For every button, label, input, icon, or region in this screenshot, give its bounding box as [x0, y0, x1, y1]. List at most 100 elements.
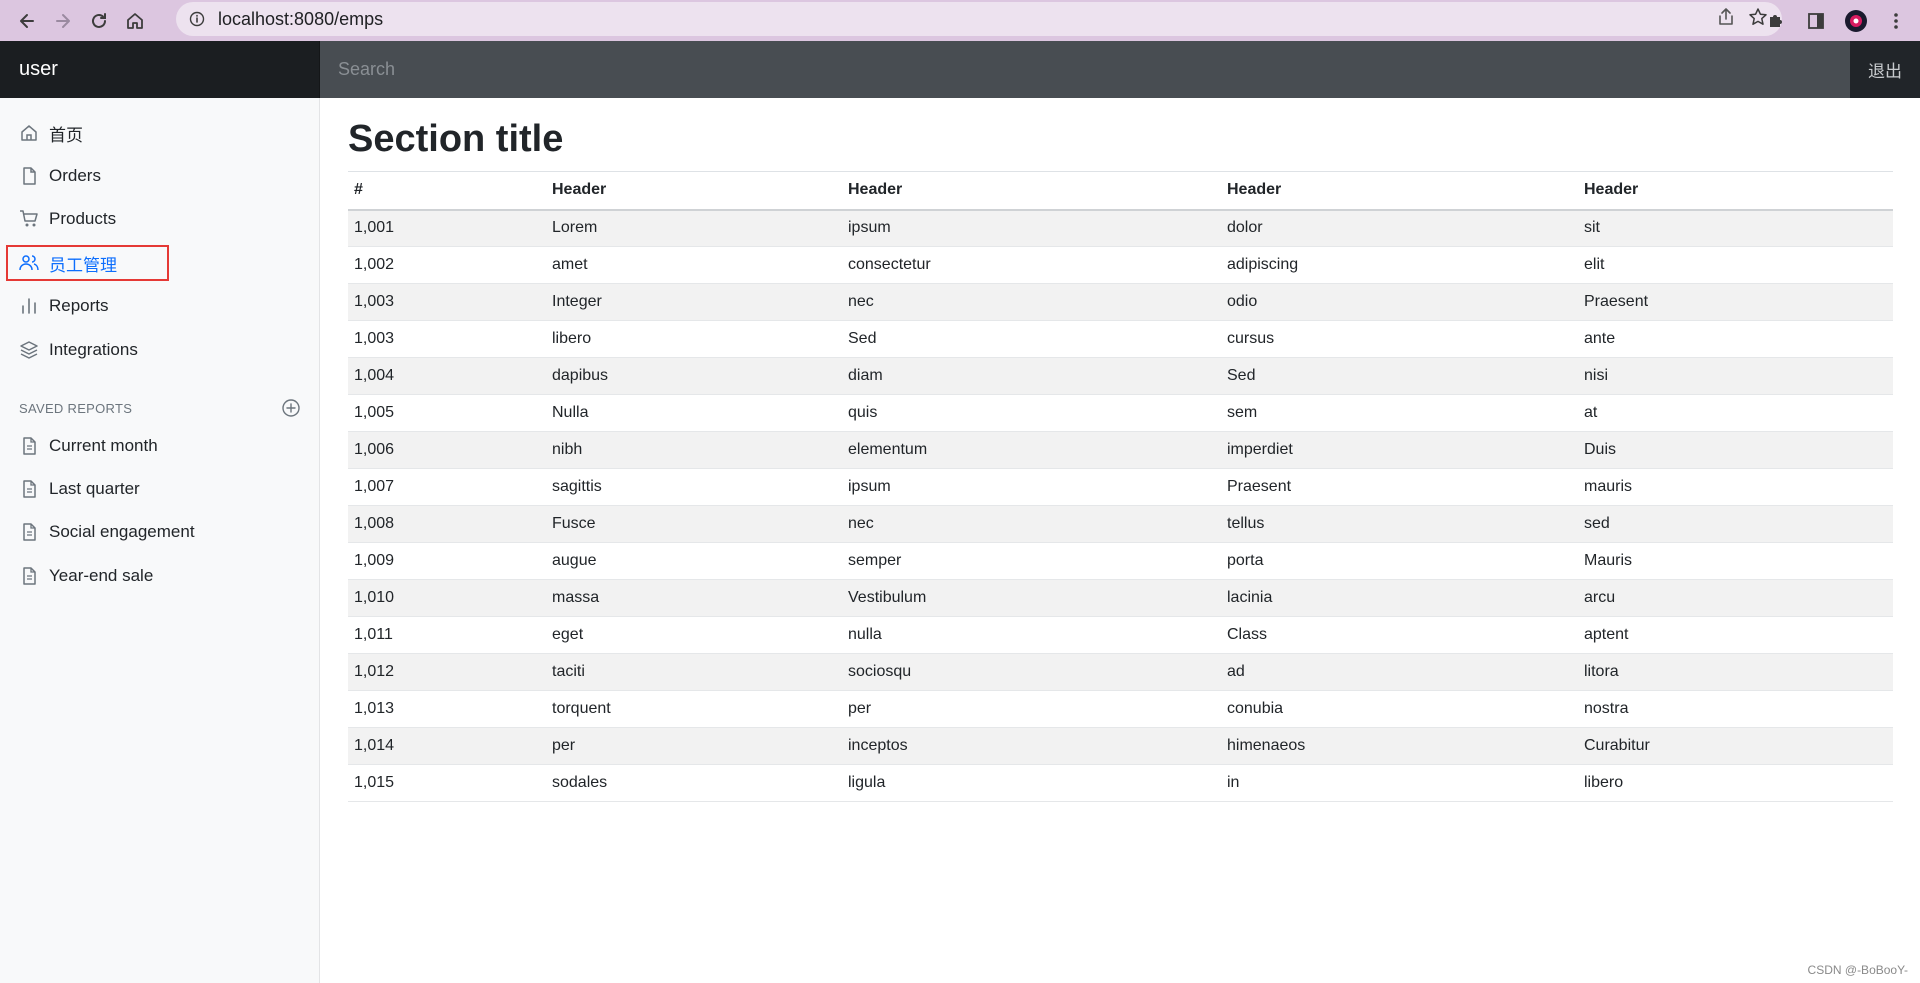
table-cell: dolor [1221, 209, 1578, 247]
side-panel-icon[interactable] [1798, 3, 1834, 39]
table-cell: sagittis [546, 468, 842, 506]
table-cell: 1,012 [348, 653, 546, 691]
table-cell: 1,008 [348, 505, 546, 543]
column-header: Header [842, 171, 1221, 211]
table-row: 1,005 Nulla quis sem at [348, 394, 1893, 432]
signout-link[interactable]: 退出 [1850, 41, 1920, 98]
layers-icon [20, 341, 38, 359]
table-cell: cursus [1221, 320, 1578, 358]
table-cell: libero [546, 320, 842, 358]
table-row: 1,009 augue semper porta Mauris [348, 542, 1893, 580]
sidebar-item-products[interactable]: Products [19, 204, 116, 234]
sidebar-item-reports[interactable]: Reports [19, 291, 109, 321]
site-info-icon[interactable] [188, 10, 206, 28]
page-title: Section title [348, 118, 564, 160]
table-cell: nibh [546, 431, 842, 469]
url-text: localhost:8080/emps [218, 8, 384, 29]
table-cell: 1,003 [348, 283, 546, 321]
file-text-icon [23, 480, 36, 498]
table-cell: 1,003 [348, 320, 546, 358]
browser-toolbar: localhost:8080/emps [0, 0, 1920, 41]
table-cell: 1,011 [348, 616, 546, 654]
table-header-row: # Header Header Header Header [348, 171, 1893, 211]
brand-link[interactable]: user [0, 41, 320, 98]
column-header: Header [1221, 171, 1578, 211]
table-row: 1,003 Integer nec odio Praesent [348, 283, 1893, 321]
table-cell: litora [1578, 653, 1893, 691]
sidebar: 首页 Orders Products 员工管理 Reports Integrat… [0, 98, 320, 983]
watermark: CSDN @-BoBooY- [1807, 963, 1908, 977]
top-navbar: user Search 退出 [0, 41, 1920, 98]
table-cell: nec [842, 505, 1221, 543]
table-row: 1,006 nibh elementum imperdiet Duis [348, 431, 1893, 469]
table-cell: nec [842, 283, 1221, 321]
table-cell: 1,006 [348, 431, 546, 469]
search-input[interactable]: Search [320, 41, 1850, 98]
saved-report-last-quarter[interactable]: Last quarter [19, 474, 140, 504]
home-browser-icon[interactable] [117, 4, 153, 38]
table-cell: odio [1221, 283, 1578, 321]
table-cell: quis [842, 394, 1221, 432]
table-cell: Vestibulum [842, 579, 1221, 617]
saved-report-label: Social engagement [49, 522, 195, 541]
share-icon[interactable] [1716, 7, 1736, 32]
table-cell: eget [546, 616, 842, 654]
table-cell: at [1578, 394, 1893, 432]
table-cell: Praesent [1578, 283, 1893, 321]
profile-avatar-icon[interactable] [1838, 3, 1874, 39]
saved-report-year-end-sale[interactable]: Year-end sale [19, 561, 153, 591]
table-cell: arcu [1578, 579, 1893, 617]
forward-icon[interactable] [45, 4, 81, 38]
table-row: 1,003 libero Sed cursus ante [348, 320, 1893, 358]
sidebar-item-home[interactable]: 首页 [19, 118, 83, 148]
saved-report-social-engagement[interactable]: Social engagement [19, 517, 195, 547]
table-cell: 1,013 [348, 690, 546, 728]
table-row: 1,001 Lorem ipsum dolor sit [348, 209, 1893, 247]
table-cell: 1,004 [348, 357, 546, 395]
table-cell: 1,002 [348, 246, 546, 284]
table-cell: Fusce [546, 505, 842, 543]
table-cell: ante [1578, 320, 1893, 358]
table-row: 1,011 eget nulla Class aptent [348, 616, 1893, 654]
table-cell: ligula [842, 764, 1221, 802]
sidebar-item-integrations[interactable]: Integrations [19, 335, 138, 365]
table-cell: elit [1578, 246, 1893, 284]
reload-icon[interactable] [81, 4, 117, 38]
users-icon [19, 255, 39, 271]
table-cell: torquent [546, 690, 842, 728]
table-cell: 1,014 [348, 727, 546, 765]
sidebar-item-label: Reports [49, 296, 109, 315]
table-cell: per [842, 690, 1221, 728]
table-cell: lacinia [1221, 579, 1578, 617]
extensions-puzzle-icon[interactable] [1758, 3, 1794, 39]
table-cell: Sed [1221, 357, 1578, 395]
table-cell: 1,009 [348, 542, 546, 580]
back-icon[interactable] [9, 4, 45, 38]
browser-menu-icon[interactable] [1878, 3, 1914, 39]
table-cell: 1,001 [348, 209, 546, 247]
table-cell: Mauris [1578, 542, 1893, 580]
employee-table: # Header Header Header Header 1,001 Lorem… [348, 171, 1893, 802]
sidebar-item-employees[interactable]: 员工管理 [19, 248, 117, 278]
table-cell: nostra [1578, 690, 1893, 728]
saved-report-current-month[interactable]: Current month [19, 431, 158, 461]
table-cell: semper [842, 542, 1221, 580]
table-cell: ipsum [842, 468, 1221, 506]
table-cell: Curabitur [1578, 727, 1893, 765]
add-circle-icon[interactable] [281, 398, 301, 418]
file-text-icon [23, 567, 36, 585]
table-cell: Duis [1578, 431, 1893, 469]
table-cell: 1,007 [348, 468, 546, 506]
sidebar-item-label: Integrations [49, 340, 138, 359]
table-cell: sem [1221, 394, 1578, 432]
home-icon [21, 125, 37, 141]
sidebar-item-orders[interactable]: Orders [19, 161, 101, 191]
table-cell: imperdiet [1221, 431, 1578, 469]
table-cell: conubia [1221, 690, 1578, 728]
sidebar-item-label: Orders [49, 166, 101, 185]
table-cell: himenaeos [1221, 727, 1578, 765]
table-row: 1,012 taciti sociosqu ad litora [348, 653, 1893, 691]
shopping-cart-icon [20, 210, 38, 227]
table-cell: Sed [842, 320, 1221, 358]
address-bar[interactable]: localhost:8080/emps [176, 2, 1782, 36]
